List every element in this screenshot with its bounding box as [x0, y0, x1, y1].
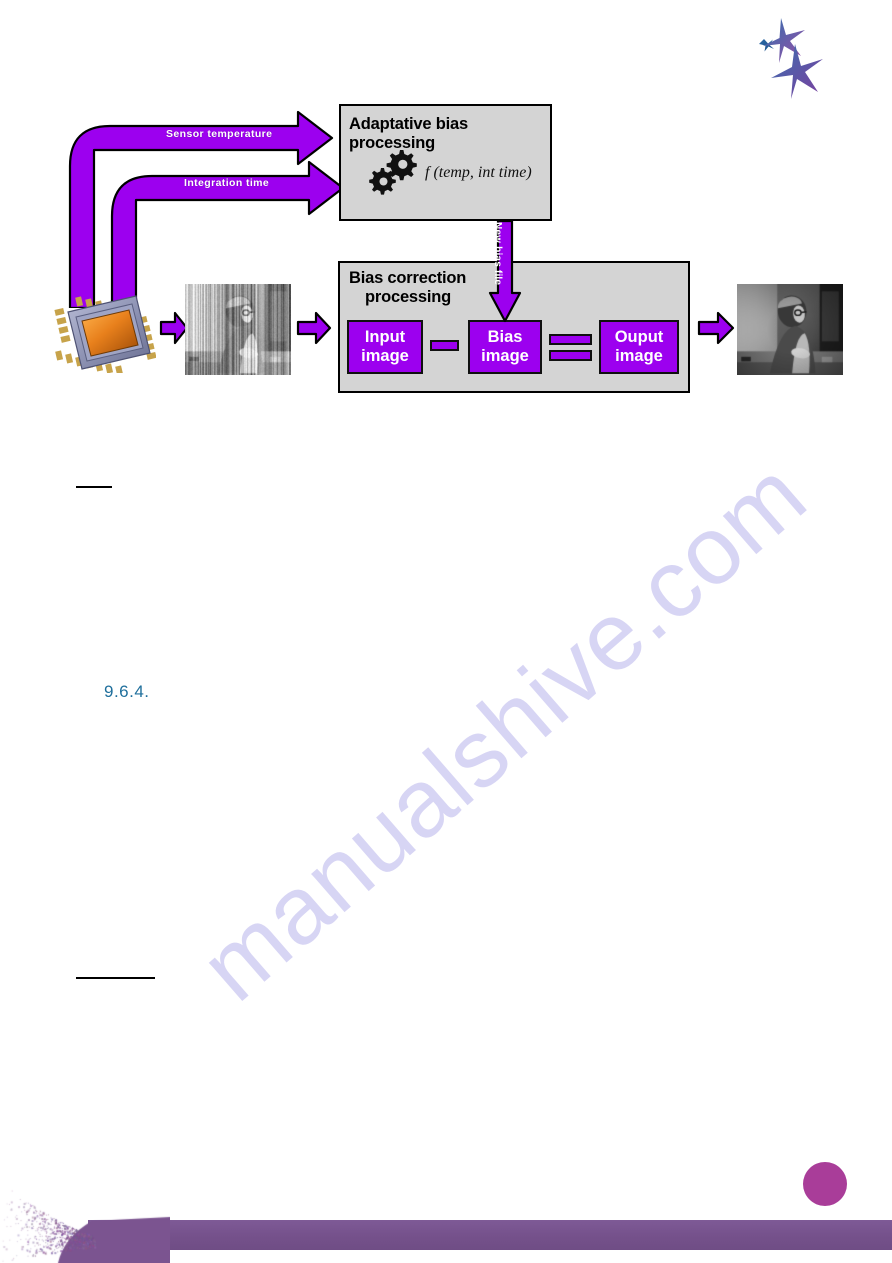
equals-sign-top-icon: [549, 334, 592, 345]
input-image-label-line2: image: [361, 347, 409, 365]
input-image-box: Input image: [347, 320, 423, 374]
output-image-label-line2: image: [615, 347, 663, 365]
bias-block-title-line1: Bias correction: [349, 269, 467, 287]
input-image-label-line1: Input: [364, 328, 406, 347]
bias-block-title-line2: processing: [365, 288, 452, 307]
company-star-logo: [735, 8, 827, 100]
output-image-box: Ouput image: [599, 320, 679, 374]
footer-particle-spray: [0, 1145, 170, 1263]
page-number-badge: [803, 1162, 847, 1206]
body-rule-lower: [76, 977, 155, 979]
image-sensor-chip: [52, 295, 157, 376]
section-number: 9.6.4.: [104, 682, 150, 701]
body-rule-upper: [76, 486, 112, 488]
star-medium-icon: [763, 18, 805, 63]
arrow-right-icon: [159, 311, 189, 345]
footer-bar: [88, 1220, 892, 1250]
flow-arrow-block-to-output: [697, 310, 735, 346]
bias-block-title: Bias correction processing: [349, 269, 489, 308]
corrected-output-image: [737, 284, 843, 375]
bias-image-label-line1: Bias: [487, 328, 523, 347]
minus-sign-icon: [430, 340, 459, 351]
sensor-temperature-label: Sensor temperature: [166, 128, 273, 140]
bias-image-label-line2: image: [481, 347, 529, 365]
gears-icon: [366, 148, 422, 196]
flow-arrow-input-to-block: [296, 310, 332, 346]
arrow-right-icon: [296, 311, 332, 345]
integration-time-label: Integration time: [184, 177, 270, 189]
document-page: manualshive.com Sensor temperature Integ…: [0, 0, 892, 1263]
star-large-icon: [771, 44, 823, 99]
watermark-text: manualshive.com: [180, 440, 827, 1022]
output-image-label-line1: Ouput: [614, 328, 664, 347]
bias-image-box: Bias image: [468, 320, 542, 374]
adaptive-block-formula: f (temp, int time): [425, 164, 532, 181]
equals-sign-bottom-icon: [549, 350, 592, 361]
sensor-temperature-arrow-shape: [68, 110, 334, 310]
adaptive-bias-processing-block: Adaptative bias processing f (temp, int …: [339, 104, 552, 221]
noisy-input-image: [185, 284, 291, 375]
arrow-right-icon: [697, 311, 735, 345]
new-bias-file-label: New bias file: [492, 222, 503, 286]
